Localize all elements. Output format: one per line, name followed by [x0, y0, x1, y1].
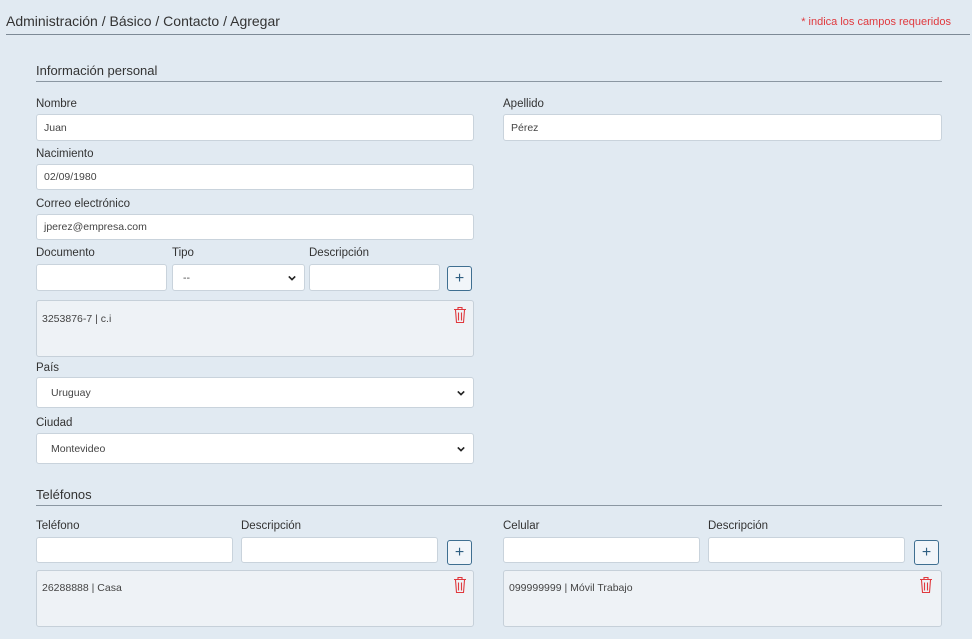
- header-divider: [6, 34, 970, 35]
- descripcion-label: Descripción: [309, 247, 370, 259]
- breadcrumb: Administración / Básico / Contacto / Agr…: [6, 13, 280, 29]
- nacimiento-value: 02/09/1980: [44, 171, 97, 183]
- telefono-descripcion-input[interactable]: [241, 537, 438, 563]
- plus-icon: +: [454, 269, 465, 287]
- telefono-label: Teléfono: [36, 520, 80, 532]
- plus-icon: +: [454, 543, 465, 561]
- apellido-input[interactable]: Pérez: [503, 114, 942, 141]
- nacimiento-input[interactable]: 02/09/1980: [36, 164, 474, 190]
- nombre-input[interactable]: Juan: [36, 114, 474, 141]
- pais-value: Uruguay: [51, 386, 91, 399]
- celular-item: 099999999 | Móvil Trabajo: [509, 582, 633, 594]
- document-item: 3253876-7 | c.i: [42, 313, 112, 325]
- section-divider-telefonos: [36, 505, 942, 506]
- chevron-down-icon: [457, 446, 465, 452]
- pais-label: País: [36, 362, 60, 374]
- nacimiento-label: Nacimiento: [36, 148, 94, 160]
- add-celular-button[interactable]: +: [914, 540, 939, 565]
- chevron-down-icon: [457, 390, 465, 396]
- pais-select[interactable]: Uruguay: [36, 377, 474, 408]
- celular-descripcion-label: Descripción: [708, 520, 769, 532]
- ciudad-label: Ciudad: [36, 417, 73, 429]
- section-title-telefonos: Teléfonos: [36, 487, 92, 502]
- tipo-select[interactable]: --: [172, 264, 305, 291]
- tipo-label: Tipo: [172, 247, 194, 259]
- plus-icon: +: [921, 543, 932, 561]
- celular-input[interactable]: [503, 537, 700, 563]
- telefono-descripcion-label: Descripción: [241, 520, 302, 532]
- correo-input[interactable]: jperez@empresa.com: [36, 214, 474, 240]
- telefono-input[interactable]: [36, 537, 233, 563]
- chevron-down-icon: [288, 275, 296, 281]
- section-divider-personal: [36, 81, 942, 82]
- celulares-list: [503, 570, 942, 627]
- documents-list: [36, 300, 474, 357]
- correo-label: Correo electrónico: [36, 198, 130, 210]
- celular-label: Celular: [503, 520, 540, 532]
- add-telefono-button[interactable]: +: [447, 540, 472, 565]
- telefono-item: 26288888 | Casa: [42, 582, 122, 594]
- apellido-value: Pérez: [511, 121, 539, 134]
- descripcion-input[interactable]: [309, 264, 440, 291]
- tipo-value: --: [183, 271, 190, 284]
- correo-value: jperez@empresa.com: [44, 221, 147, 233]
- trash-icon[interactable]: [453, 306, 467, 324]
- documento-label: Documento: [36, 247, 95, 259]
- trash-icon[interactable]: [919, 576, 933, 594]
- add-document-button[interactable]: +: [447, 266, 472, 291]
- nombre-value: Juan: [44, 121, 67, 134]
- celular-descripcion-input[interactable]: [708, 537, 905, 563]
- required-fields-note: * indica los campos requeridos: [801, 16, 951, 28]
- apellido-label: Apellido: [503, 98, 544, 110]
- ciudad-value: Montevideo: [51, 442, 106, 455]
- section-title-personal: Información personal: [36, 63, 158, 78]
- trash-icon[interactable]: [453, 576, 467, 594]
- ciudad-select[interactable]: Montevideo: [36, 433, 474, 464]
- nombre-label: Nombre: [36, 98, 77, 110]
- telefonos-list: [36, 570, 474, 627]
- documento-input[interactable]: [36, 264, 167, 291]
